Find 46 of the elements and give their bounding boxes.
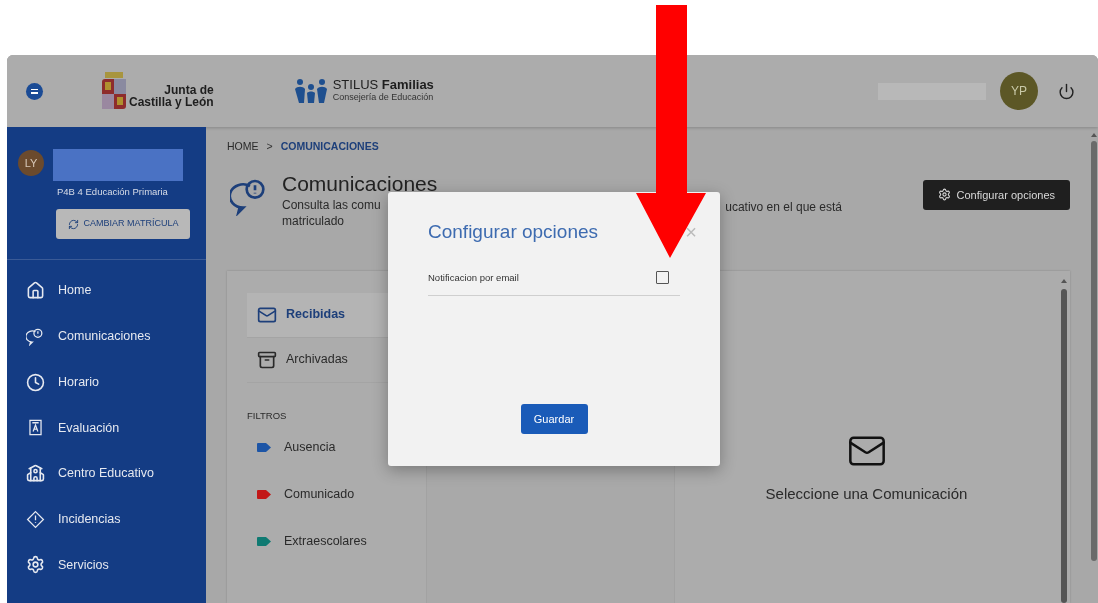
empty-message: Seleccione una Comunicación bbox=[765, 483, 968, 504]
coat-of-arms-logo bbox=[101, 72, 127, 110]
save-button[interactable]: Guardar bbox=[520, 404, 588, 434]
app-name: STILUS Familias bbox=[332, 78, 434, 91]
breadcrumb-link[interactable]: COMUNICACIONES bbox=[280, 139, 379, 155]
user-avatar[interactable]: YP bbox=[1000, 72, 1038, 110]
home-icon bbox=[26, 281, 45, 301]
chat-bubble-icon bbox=[26, 327, 45, 347]
page-title: Comunicaciones bbox=[282, 170, 438, 197]
clock-icon bbox=[26, 372, 45, 392]
student-avatar: LY bbox=[18, 150, 44, 176]
warning-diamond-icon bbox=[26, 509, 45, 529]
nav-item[interactable]: Horario bbox=[7, 359, 206, 406]
page-description: Consulta las comu bbox=[282, 196, 382, 213]
nav-item[interactable]: Incidencias bbox=[7, 496, 206, 543]
filter-item[interactable]: Comunicado bbox=[247, 472, 426, 517]
page-description: matriculado bbox=[282, 212, 346, 229]
school-icon bbox=[26, 464, 45, 484]
refresh-icon bbox=[67, 218, 79, 230]
filters-heading: FILTROS bbox=[247, 408, 288, 423]
breadcrumb-link[interactable]: HOME bbox=[227, 139, 259, 155]
change-enrollment-button[interactable]: CAMBIAR MATRÍCULA bbox=[56, 209, 190, 239]
breadcrumb-separator: > bbox=[266, 139, 273, 154]
filter-item[interactable]: Ausencia bbox=[247, 425, 426, 470]
email-checkbox[interactable] bbox=[656, 271, 669, 285]
family-logo bbox=[293, 78, 328, 104]
brand-name: Junta de bbox=[164, 84, 214, 96]
filter-item[interactable]: Extraescolares bbox=[247, 519, 426, 564]
grade-sheet-icon bbox=[26, 418, 45, 438]
nav-item[interactable]: Comunicaciones bbox=[7, 313, 206, 360]
power-icon[interactable] bbox=[1058, 82, 1075, 100]
option-label: Notificacion por email bbox=[428, 270, 519, 285]
dialog-title: Configurar opciones bbox=[428, 220, 599, 244]
nav-item[interactable]: Centro Educativo bbox=[7, 450, 206, 497]
nav-item[interactable]: Servicios bbox=[7, 542, 206, 588]
student-group: P4B 4 Educación Primaria bbox=[57, 185, 168, 200]
nav-item[interactable]: Evaluación bbox=[7, 405, 206, 451]
configure-options-button[interactable]: Configurar opciones bbox=[922, 179, 1070, 210]
archive-icon bbox=[257, 349, 277, 370]
brand-name: Castilla y León bbox=[129, 96, 214, 108]
nav-item[interactable]: Home bbox=[7, 268, 206, 314]
settings-icon bbox=[937, 188, 951, 202]
app-subtitle: Consejería de Educación bbox=[332, 91, 434, 104]
page-description: ucativo en el que está bbox=[725, 198, 842, 216]
menu-button[interactable] bbox=[26, 82, 43, 100]
settings-icon bbox=[26, 555, 45, 575]
